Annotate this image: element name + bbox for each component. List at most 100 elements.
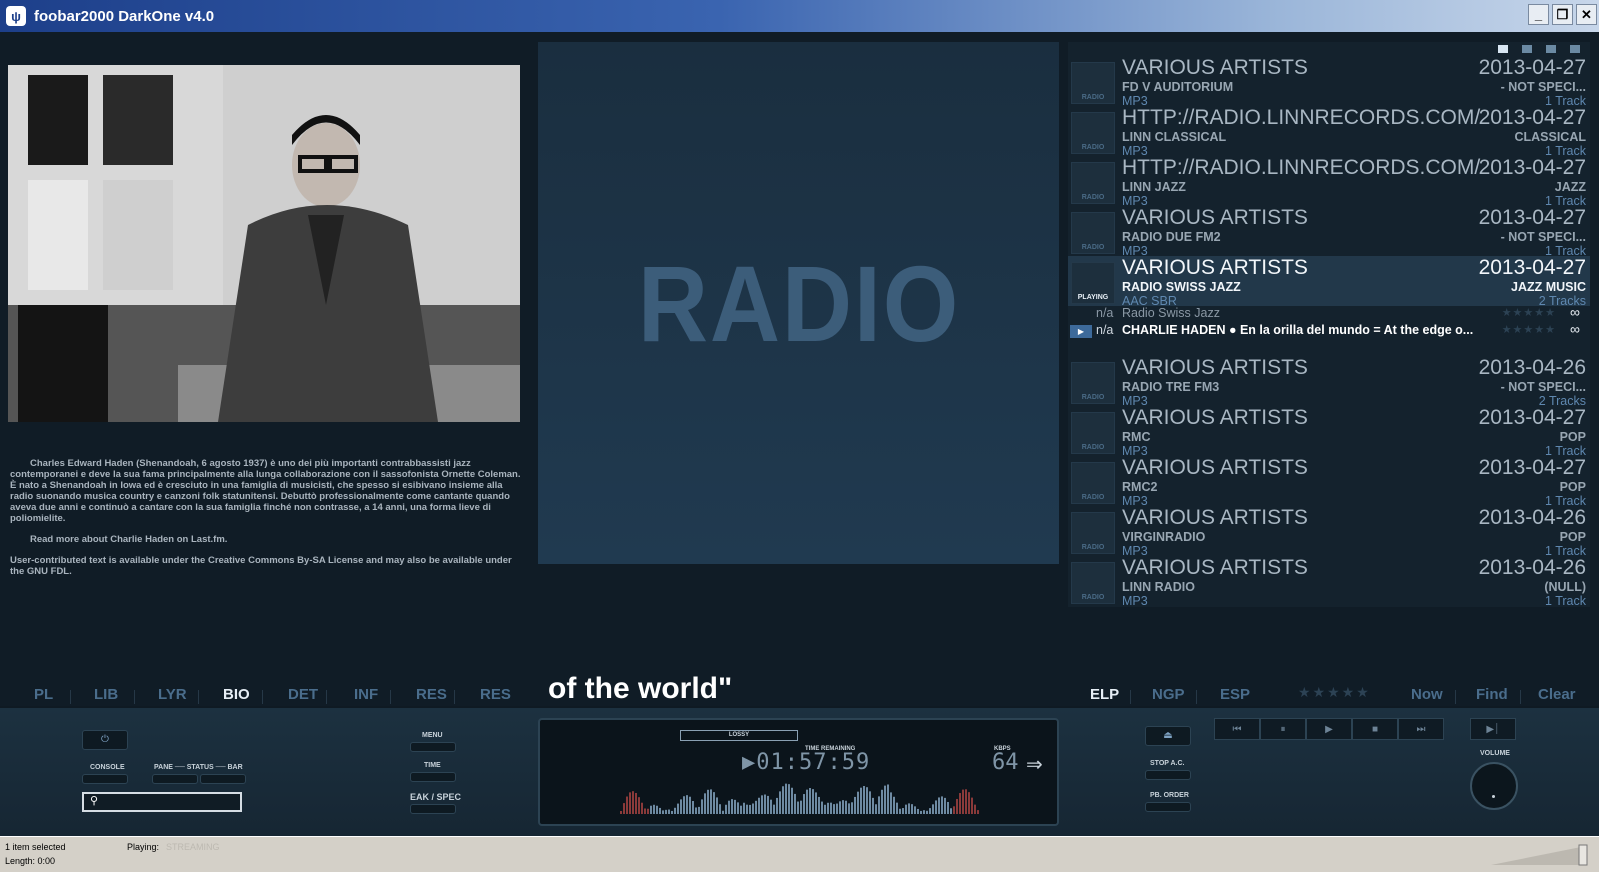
playlist-group[interactable]: RADIO VARIOUS ARTISTS 2013-04-27 RMC POP… bbox=[1068, 406, 1590, 458]
playlist-group[interactable]: RADIO VARIOUS ARTISTS 2013-04-26 LINN RA… bbox=[1068, 556, 1590, 608]
spectrum-bar bbox=[674, 807, 676, 814]
tab-lib[interactable]: LIB bbox=[94, 686, 118, 703]
spectrum-bar bbox=[665, 809, 667, 814]
search-icon: ⚲ bbox=[90, 795, 99, 807]
peak-spec-button[interactable] bbox=[410, 804, 456, 814]
rating-stars[interactable]: ★★★★★ bbox=[1502, 323, 1556, 336]
playlist-track-row[interactable]: n/a Radio Swiss Jazz ★★★★★ ∞ bbox=[1068, 304, 1590, 323]
group-artist: VARIOUS ARTISTS bbox=[1122, 506, 1308, 529]
layout-1-icon[interactable] bbox=[1498, 45, 1508, 53]
volume-slider[interactable] bbox=[1491, 843, 1591, 867]
spectrum-bar bbox=[818, 796, 820, 814]
playlist-panel[interactable]: RADIO VARIOUS ARTISTS 2013-04-27 FD V AU… bbox=[1068, 42, 1590, 608]
spectrum-bar bbox=[800, 800, 802, 814]
layout-2-icon[interactable] bbox=[1522, 45, 1532, 53]
spectrum-bar bbox=[956, 798, 958, 814]
spectrum-bar bbox=[731, 799, 733, 814]
rating-stars-global[interactable]: ★★★★★ bbox=[1298, 684, 1371, 701]
playlist-group[interactable]: RADIO VARIOUS ARTISTS 2013-04-27 RMC2 PO… bbox=[1068, 456, 1590, 508]
power-icon[interactable]: ⏻ bbox=[82, 730, 128, 750]
spectrum-bar bbox=[962, 789, 964, 814]
now-playing-icon: ▶ bbox=[1070, 325, 1092, 338]
spectrum-bar bbox=[902, 808, 904, 814]
spectrum-bar bbox=[938, 797, 940, 814]
layout-4-icon[interactable] bbox=[1570, 45, 1580, 53]
spectrum-bar bbox=[641, 802, 643, 814]
next-icon[interactable]: ⏭ bbox=[1398, 718, 1444, 740]
tab-res[interactable]: RES bbox=[416, 686, 447, 703]
time-button[interactable] bbox=[410, 772, 456, 782]
lastfm-link[interactable]: Read more about Charlie Haden on Last.fm… bbox=[10, 534, 522, 545]
volume-knob[interactable] bbox=[1470, 762, 1518, 810]
tab-res-2[interactable]: RES bbox=[480, 686, 511, 703]
spectrum-bar bbox=[782, 786, 784, 814]
group-genre: (NULL) bbox=[1544, 580, 1586, 594]
status-bar-button[interactable] bbox=[200, 774, 246, 784]
play-next-icon[interactable]: ▶⏐ bbox=[1470, 718, 1516, 740]
playlist-group[interactable]: RADIO VARIOUS ARTISTS 2013-04-27 FD V AU… bbox=[1068, 56, 1590, 108]
rating-stars[interactable]: ★★★★★ bbox=[1502, 306, 1556, 319]
search-input[interactable]: ⚲ bbox=[82, 792, 242, 812]
spectrum-bar bbox=[824, 804, 826, 814]
tab-ngp[interactable]: NGP bbox=[1152, 686, 1185, 703]
group-date: 2013-04-27 bbox=[1478, 456, 1586, 479]
group-date: 2013-04-27 bbox=[1478, 56, 1586, 79]
spectrum-bar bbox=[701, 799, 703, 814]
playlist-group[interactable]: RADIO HTTP://RADIO.LINNRECORDS.COM/ 2013… bbox=[1068, 156, 1590, 208]
spectrum-bar bbox=[926, 810, 928, 814]
spectrum-bar bbox=[686, 795, 688, 814]
spectrum-bar bbox=[671, 810, 673, 814]
spectrum-bar bbox=[779, 791, 781, 814]
track-title: Radio Swiss Jazz bbox=[1122, 306, 1220, 320]
menu-label: MENU bbox=[422, 732, 443, 739]
tab-pl[interactable]: PL bbox=[34, 686, 53, 703]
playlist-track-row-current[interactable]: ▶ n/a CHARLIE HADEN ● En la orilla del m… bbox=[1068, 321, 1590, 340]
length-infinity: ∞ bbox=[1570, 321, 1580, 337]
play-icon[interactable]: ▶ bbox=[1306, 718, 1352, 740]
time-readout[interactable]: ▶01:57:59 bbox=[742, 750, 870, 775]
playlist-group[interactable]: RADIO HTTP://RADIO.LINNRECORDS.COM/ 2013… bbox=[1068, 106, 1590, 158]
repeat-arrow-icon[interactable]: ⇒ bbox=[1026, 752, 1043, 777]
selection-status: 1 item selected bbox=[5, 842, 66, 852]
spectrum-bar bbox=[689, 796, 691, 814]
tab-inf[interactable]: INF bbox=[354, 686, 378, 703]
playlist-group[interactable]: RADIO VARIOUS ARTISTS 2013-04-26 VIRGINR… bbox=[1068, 506, 1590, 558]
console-button[interactable] bbox=[82, 774, 128, 784]
tab-elp[interactable]: ELP bbox=[1090, 686, 1119, 703]
stop-icon[interactable]: ■ bbox=[1352, 718, 1398, 740]
spectrum-bar bbox=[830, 802, 832, 814]
clear-button[interactable]: Clear bbox=[1538, 686, 1576, 703]
now-button[interactable]: Now bbox=[1411, 686, 1443, 703]
group-artist: VARIOUS ARTISTS bbox=[1122, 256, 1308, 279]
group-genre: POP bbox=[1559, 480, 1586, 494]
spectrum-bar bbox=[680, 799, 682, 814]
spectrum-bar bbox=[629, 792, 631, 814]
group-thumbnail: RADIO bbox=[1071, 462, 1115, 504]
group-thumbnail: RADIO bbox=[1071, 212, 1115, 254]
tab-bio[interactable]: BIO bbox=[223, 686, 250, 703]
menu-button[interactable] bbox=[410, 742, 456, 752]
tab-esp[interactable]: ESP bbox=[1220, 686, 1250, 703]
playlist-group[interactable]: RADIO VARIOUS ARTISTS 2013-04-27 RADIO D… bbox=[1068, 206, 1590, 258]
restore-button[interactable]: ❐ bbox=[1552, 4, 1573, 25]
group-album: RADIO SWISS JAZZ bbox=[1122, 280, 1241, 294]
pane-button[interactable] bbox=[152, 774, 198, 784]
spectrum-bar bbox=[887, 784, 889, 814]
pause-icon[interactable]: ⏸ bbox=[1260, 718, 1306, 740]
spectrum-bar bbox=[803, 794, 805, 814]
tab-lyr[interactable]: LYR bbox=[158, 686, 187, 703]
playlist-group-playing[interactable]: PLAYING VARIOUS ARTISTS 2013-04-27 RADIO… bbox=[1068, 256, 1590, 308]
close-button[interactable]: ✕ bbox=[1576, 4, 1597, 25]
previous-icon[interactable]: ⏮ bbox=[1214, 718, 1260, 740]
spectrum-bar bbox=[878, 796, 880, 814]
find-button[interactable]: Find bbox=[1476, 686, 1508, 703]
layout-3-icon[interactable] bbox=[1546, 45, 1556, 53]
stop-ac-button[interactable] bbox=[1145, 770, 1191, 780]
pb-order-button[interactable] bbox=[1145, 802, 1191, 812]
playlist-group[interactable]: RADIO VARIOUS ARTISTS 2013-04-26 RADIO T… bbox=[1068, 356, 1590, 408]
group-artist: HTTP://RADIO.LINNRECORDS.COM/ bbox=[1122, 156, 1481, 179]
minimize-button[interactable]: _ bbox=[1528, 4, 1549, 25]
group-codec: MP3 bbox=[1122, 594, 1148, 608]
eject-icon[interactable]: ⏏ bbox=[1145, 726, 1191, 746]
tab-det[interactable]: DET bbox=[288, 686, 318, 703]
